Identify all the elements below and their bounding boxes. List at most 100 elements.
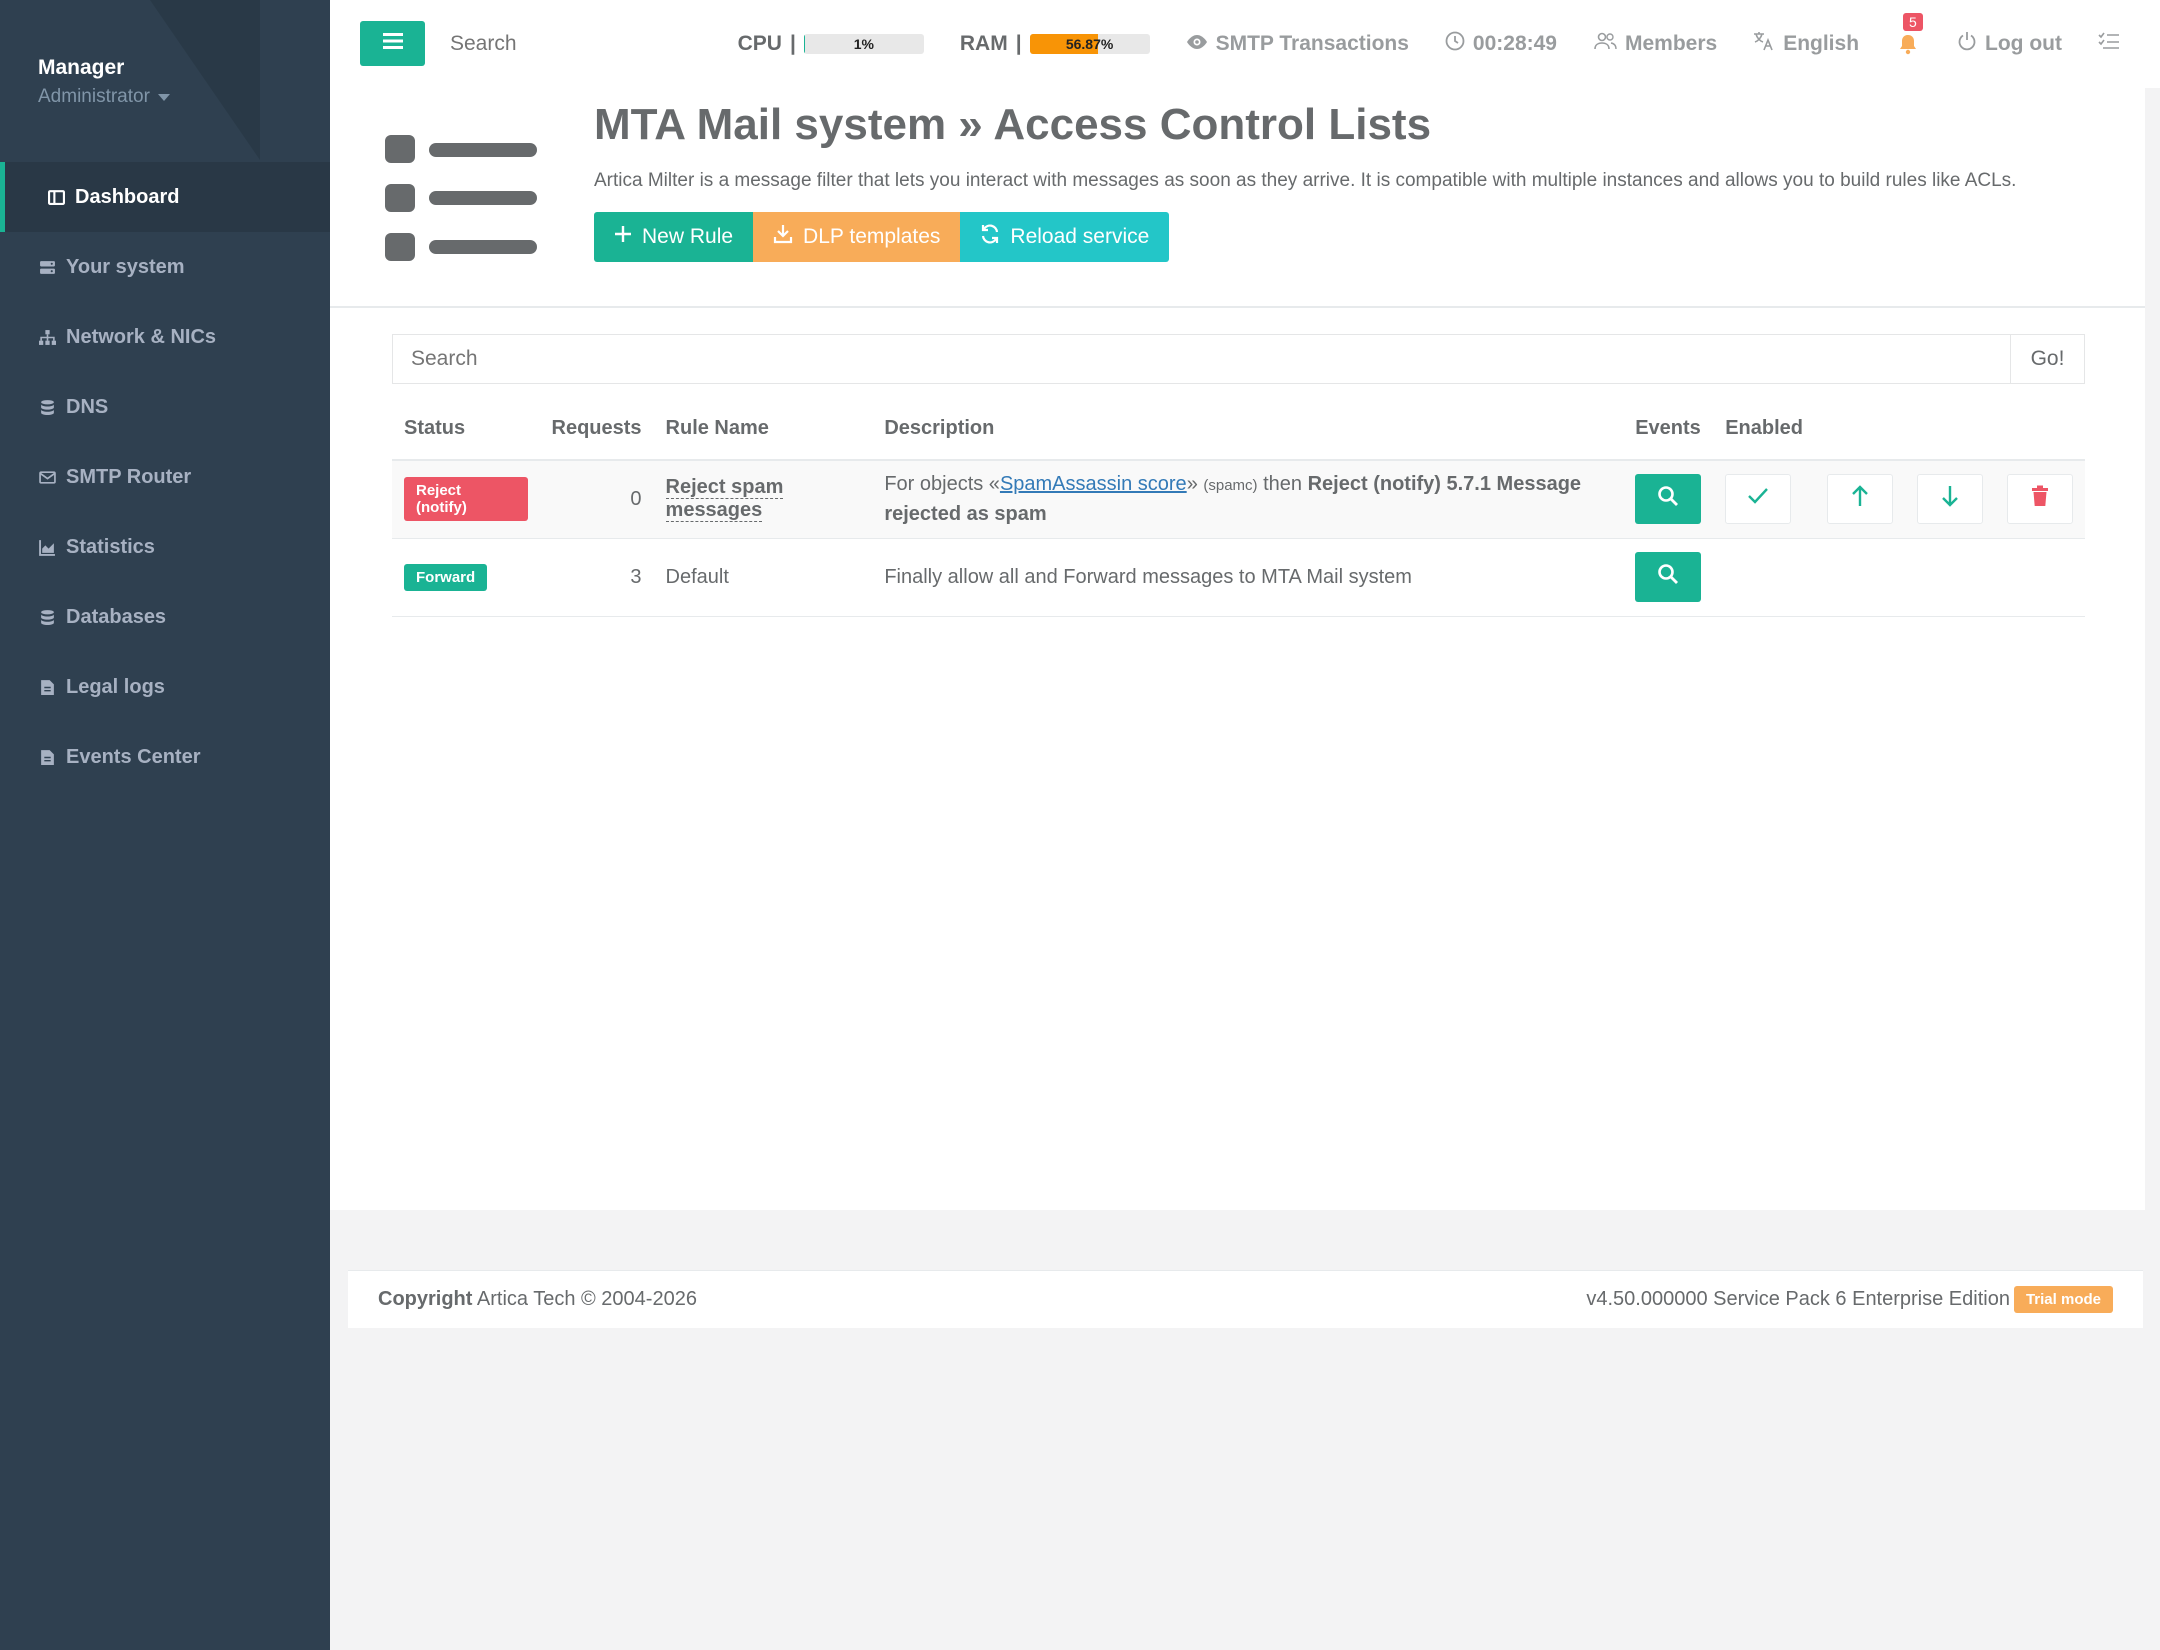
- go-button[interactable]: Go!: [2010, 335, 2084, 383]
- server-icon: [38, 258, 56, 276]
- rules-table: Status Requests Rule Name Description Ev…: [392, 398, 2085, 617]
- sidebar-item-label: Statistics: [66, 535, 155, 558]
- clock-icon: [1445, 31, 1465, 57]
- col-up: [1814, 398, 1905, 461]
- move-down-cell: [1904, 538, 1995, 617]
- members-link[interactable]: Members: [1593, 32, 1717, 56]
- events-cell: [1623, 538, 1714, 617]
- profile-name: Manager: [38, 56, 125, 79]
- move-up-button[interactable]: [1826, 474, 1893, 525]
- rule-name-cell: Reject spam messages: [653, 460, 873, 539]
- caret-down-icon: [157, 93, 170, 101]
- enabled-cell: [1713, 538, 1815, 617]
- sidebar-item-label: Network & NICs: [66, 325, 217, 348]
- arrow-up-icon: [1852, 485, 1868, 513]
- col-events[interactable]: Events: [1623, 398, 1714, 461]
- col-rule-name[interactable]: Rule Name: [653, 398, 873, 461]
- language-link[interactable]: English: [1753, 31, 1859, 57]
- table-header-row: Status Requests Rule Name Description Ev…: [392, 398, 2085, 461]
- sidebar-item-smtp-router[interactable]: SMTP Router: [0, 442, 330, 512]
- sidebar-item-statistics[interactable]: Statistics: [0, 512, 330, 582]
- ram-meter[interactable]: RAM | 56.87%: [960, 32, 1150, 56]
- users-icon: [1593, 32, 1617, 56]
- smtp-transactions-label: SMTP Transactions: [1215, 32, 1409, 55]
- spamassassin-link[interactable]: SpamAssassin score: [1000, 473, 1187, 495]
- clock-link[interactable]: 00:28:49: [1445, 31, 1557, 57]
- cpu-meter[interactable]: CPU | 1%: [738, 32, 924, 56]
- search-icon: [1657, 563, 1679, 591]
- notifications-link[interactable]: 5: [1895, 13, 1923, 57]
- version-text: v4.50.000000 Service Pack 6 Enterprise E…: [1586, 1288, 2010, 1310]
- trial-mode-badge: Trial mode: [2013, 1286, 2113, 1313]
- status-badge: Forward: [404, 563, 488, 591]
- sidebar-item-network[interactable]: Network & NICs: [0, 302, 330, 372]
- dlp-templates-button[interactable]: DLP templates: [753, 212, 961, 262]
- move-down-button[interactable]: [1916, 474, 1983, 525]
- action-buttons: New Rule DLP templates Reload service: [594, 212, 1170, 262]
- plus-icon: [614, 225, 632, 249]
- separator: |: [1015, 32, 1022, 55]
- description-cell: Finally allow all and Forward messages t…: [872, 538, 1624, 617]
- rules-search-input[interactable]: [393, 335, 2010, 383]
- table-row: Reject (notify) 0 Reject spam messages F…: [392, 460, 2085, 539]
- page-description: Artica Milter is a message filter that l…: [594, 170, 2017, 191]
- delete-cell: [1995, 538, 2085, 617]
- delete-button[interactable]: [2007, 474, 2073, 525]
- rule-name-cell: Default: [653, 538, 873, 617]
- sidebar-item-databases[interactable]: Databases: [0, 582, 330, 652]
- hamburger-icon: [382, 32, 403, 55]
- profile-role-dropdown[interactable]: Administrator: [38, 86, 170, 108]
- sidebar-item-your-system[interactable]: Your system: [0, 232, 330, 302]
- delete-cell: [1995, 460, 2085, 539]
- copyright-text: Artica Tech © 2004-2026: [476, 1288, 697, 1310]
- envelope-icon: [38, 468, 56, 486]
- top-search-input[interactable]: [450, 22, 690, 66]
- rule-name-link[interactable]: Reject spam messages: [665, 476, 784, 523]
- new-rule-button[interactable]: New Rule: [594, 212, 754, 262]
- page-title: MTA Mail system » Access Control Lists: [594, 100, 1432, 149]
- reload-service-button[interactable]: Reload service: [960, 212, 1170, 262]
- check-icon: [1747, 487, 1769, 511]
- menu-toggle-button[interactable]: [360, 21, 425, 66]
- file-text-icon: [38, 678, 56, 696]
- logout-link[interactable]: Log out: [1957, 31, 2062, 57]
- smtp-transactions-link[interactable]: SMTP Transactions: [1186, 32, 1409, 56]
- rules-search-group: Go!: [392, 334, 2085, 384]
- sidebar: Manager Administrator Dashboard Your sys…: [0, 0, 330, 1650]
- sidebar-item-label: Databases: [66, 605, 167, 628]
- enabled-toggle-button[interactable]: [1725, 474, 1792, 525]
- main-content: Go! Status Requests Rule Name Descriptio…: [330, 308, 2145, 1210]
- col-enabled[interactable]: Enabled: [1713, 398, 1815, 461]
- logout-label: Log out: [1985, 32, 2062, 55]
- dlp-templates-label: DLP templates: [803, 225, 941, 248]
- sidebar-item-label: Your system: [66, 255, 185, 278]
- bell-icon: 5: [1895, 13, 1923, 57]
- area-chart-icon: [38, 538, 56, 556]
- power-icon: [1957, 31, 1977, 57]
- enabled-cell: [1713, 460, 1815, 539]
- col-status[interactable]: Status: [392, 398, 540, 461]
- move-up-cell: [1814, 460, 1905, 539]
- col-description[interactable]: Description: [872, 398, 1624, 461]
- events-search-button[interactable]: [1635, 474, 1702, 525]
- task-list-link[interactable]: [2098, 32, 2120, 56]
- profile[interactable]: Manager Administrator: [38, 56, 170, 108]
- description-cell: For objects «SpamAssassin score» (spamc)…: [872, 460, 1624, 539]
- sidebar-item-dns[interactable]: DNS: [0, 372, 330, 442]
- copyright: Copyright Artica Tech © 2004-2026: [378, 1288, 697, 1311]
- requests-cell: 3: [539, 538, 654, 617]
- version-info: v4.50.000000 Service Pack 6 Enterprise E…: [1586, 1286, 2113, 1313]
- list-icon: [385, 123, 545, 278]
- sidebar-item-legal-logs[interactable]: Legal logs: [0, 652, 330, 722]
- move-down-cell: [1904, 460, 1995, 539]
- sidebar-item-events-center[interactable]: Events Center: [0, 722, 330, 792]
- events-search-button[interactable]: [1635, 552, 1702, 602]
- move-up-cell: [1814, 538, 1905, 617]
- sidebar-item-label: SMTP Router: [66, 465, 192, 488]
- col-down: [1904, 398, 1995, 461]
- cpu-label: CPU: [737, 32, 782, 55]
- status-cell: Reject (notify): [392, 460, 540, 539]
- requests-cell: 0: [539, 460, 654, 539]
- sidebar-item-dashboard[interactable]: Dashboard: [0, 162, 330, 232]
- col-requests[interactable]: Requests: [539, 398, 654, 461]
